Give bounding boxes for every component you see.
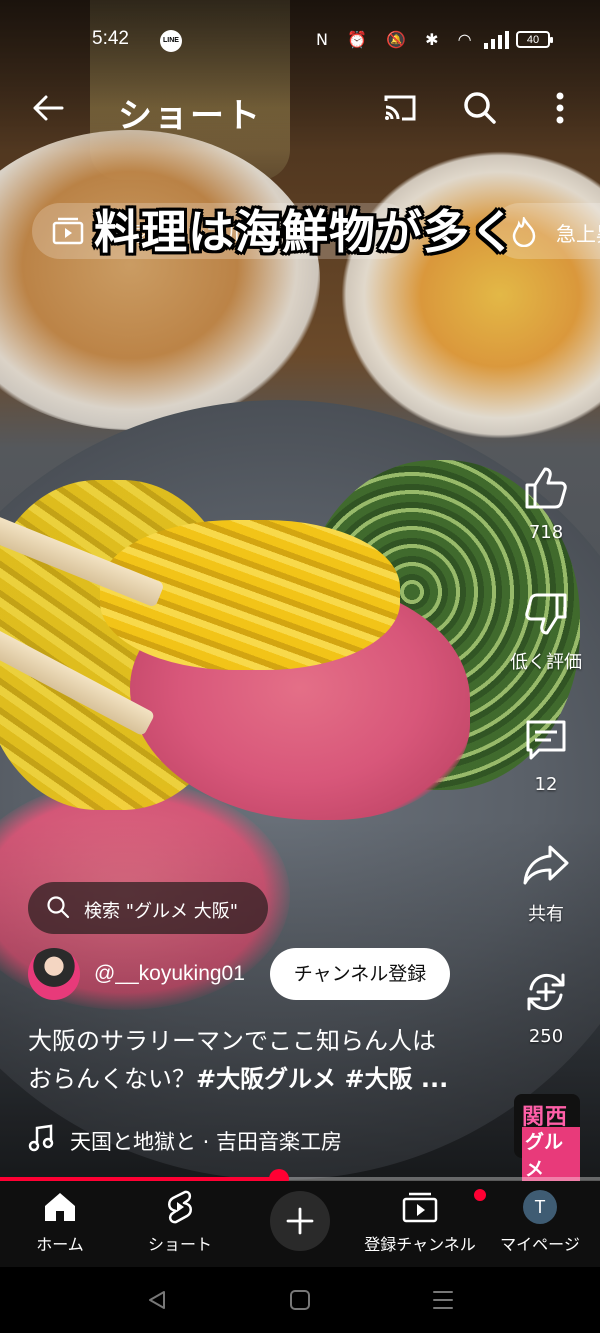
battery-icon: 40 bbox=[516, 31, 553, 48]
search-icon bbox=[46, 895, 70, 923]
top-app-bar: ショート bbox=[0, 80, 600, 136]
comment-count: 12 bbox=[534, 774, 558, 795]
more-vert-icon bbox=[556, 92, 564, 124]
description-line-1: 大阪のサラリーマンでここ知らん人は bbox=[28, 1027, 436, 1055]
description-line-2: おらんくない？#大阪グルメ #大阪 ... bbox=[28, 1060, 498, 1098]
system-home-button[interactable] bbox=[285, 1285, 315, 1315]
menu-recents-icon bbox=[433, 1291, 453, 1309]
search-suggestion-text: 検索 "グルメ 大阪" bbox=[84, 901, 239, 922]
music-note-icon bbox=[28, 1124, 54, 1156]
square-home-icon bbox=[290, 1290, 310, 1310]
cast-button[interactable] bbox=[380, 88, 420, 128]
nav-you[interactable]: T マイページ bbox=[480, 1189, 600, 1255]
comment-icon bbox=[520, 714, 572, 766]
status-bar: 5:42 LINE N ⏰ 🔕 ✱ ◠ 40 bbox=[0, 22, 600, 62]
remix-icon bbox=[520, 966, 572, 1018]
comments-button[interactable]: 12 bbox=[506, 714, 586, 795]
more-options-button[interactable] bbox=[540, 88, 580, 128]
dislike-button[interactable]: 低く評価 bbox=[506, 588, 586, 674]
share-button[interactable]: 共有 bbox=[506, 840, 586, 926]
remix-count: 250 bbox=[528, 1026, 564, 1047]
music-title: 天国と地獄と · 吉田音楽工房 bbox=[70, 1130, 343, 1154]
system-back-button[interactable] bbox=[142, 1285, 172, 1315]
nav-home-label: ホーム bbox=[36, 1235, 84, 1254]
nav-subscriptions[interactable]: 登録チャンネル bbox=[360, 1187, 488, 1255]
search-button[interactable] bbox=[460, 88, 500, 128]
nav-you-label: マイページ bbox=[500, 1235, 580, 1254]
page-title: ショート bbox=[118, 96, 262, 136]
thumbs-down-icon bbox=[520, 588, 572, 640]
description-hashtags[interactable]: #大阪グルメ #大阪 ... bbox=[196, 1065, 448, 1093]
dislike-label: 低く評価 bbox=[510, 652, 582, 673]
share-arrow-icon bbox=[520, 840, 572, 892]
search-suggestion-pill[interactable]: 検索 "グルメ 大阪" bbox=[28, 882, 268, 934]
plus-icon bbox=[286, 1207, 314, 1235]
avatar-letter: T bbox=[523, 1190, 557, 1224]
egg-dish-plate bbox=[340, 150, 600, 440]
account-avatar: T bbox=[522, 1189, 558, 1225]
back-button[interactable] bbox=[28, 88, 68, 128]
triangle-back-icon bbox=[149, 1291, 165, 1309]
signal-icon bbox=[484, 31, 510, 53]
create-button[interactable] bbox=[270, 1191, 330, 1251]
arrow-left-icon bbox=[33, 95, 64, 121]
search-icon bbox=[464, 92, 496, 124]
cast-icon bbox=[384, 95, 416, 121]
video-description[interactable]: 大阪のサラリーマンでここ知らん人は おらんくない？#大阪グルメ #大阪 ... bbox=[28, 1022, 498, 1098]
description-text: おらんくない？ bbox=[28, 1065, 196, 1093]
nav-shorts[interactable]: ショート bbox=[120, 1189, 240, 1255]
trending-chip-label: 急上昇 bbox=[556, 222, 600, 246]
badge-line-2: グルメ bbox=[522, 1127, 580, 1181]
share-label: 共有 bbox=[528, 904, 564, 925]
bottom-navigation: ホーム ショート 登録チャンネル T マイページ bbox=[0, 1181, 600, 1267]
remix-button[interactable]: 250 bbox=[506, 966, 586, 1047]
subscriptions-icon bbox=[52, 217, 84, 249]
shorts-screen: 5:42 LINE N ⏰ 🔕 ✱ ◠ 40 ショート 登録チャンネル 急上 料… bbox=[0, 0, 600, 1333]
system-navigation-bar bbox=[0, 1267, 600, 1333]
like-button[interactable]: 718 bbox=[506, 462, 586, 543]
thumbs-up-icon bbox=[520, 462, 572, 514]
like-count: 718 bbox=[528, 522, 564, 543]
nav-subscriptions-label: 登録チャンネル bbox=[364, 1235, 476, 1254]
channel-avatar[interactable] bbox=[28, 948, 80, 1000]
nav-shorts-label: ショート bbox=[147, 1235, 212, 1254]
status-icons: N ⏰ 🔕 ✱ ◠ bbox=[316, 30, 479, 49]
sound-source-thumbnail[interactable]: 関西 グルメ bbox=[514, 1094, 580, 1181]
video-caption-text: 料理は海鮮物が多く bbox=[94, 205, 517, 259]
subscribe-button[interactable]: チャンネル登録 bbox=[270, 948, 450, 1000]
status-time: 5:42 bbox=[92, 28, 129, 49]
channel-handle[interactable]: @__koyuking01 bbox=[94, 962, 245, 986]
nav-home[interactable]: ホーム bbox=[0, 1189, 120, 1255]
line-app-icon: LINE bbox=[160, 30, 182, 52]
system-recents-button[interactable] bbox=[428, 1285, 458, 1315]
shorts-icon bbox=[162, 1189, 198, 1225]
subscriptions-icon bbox=[402, 1187, 488, 1225]
home-icon bbox=[42, 1189, 78, 1225]
